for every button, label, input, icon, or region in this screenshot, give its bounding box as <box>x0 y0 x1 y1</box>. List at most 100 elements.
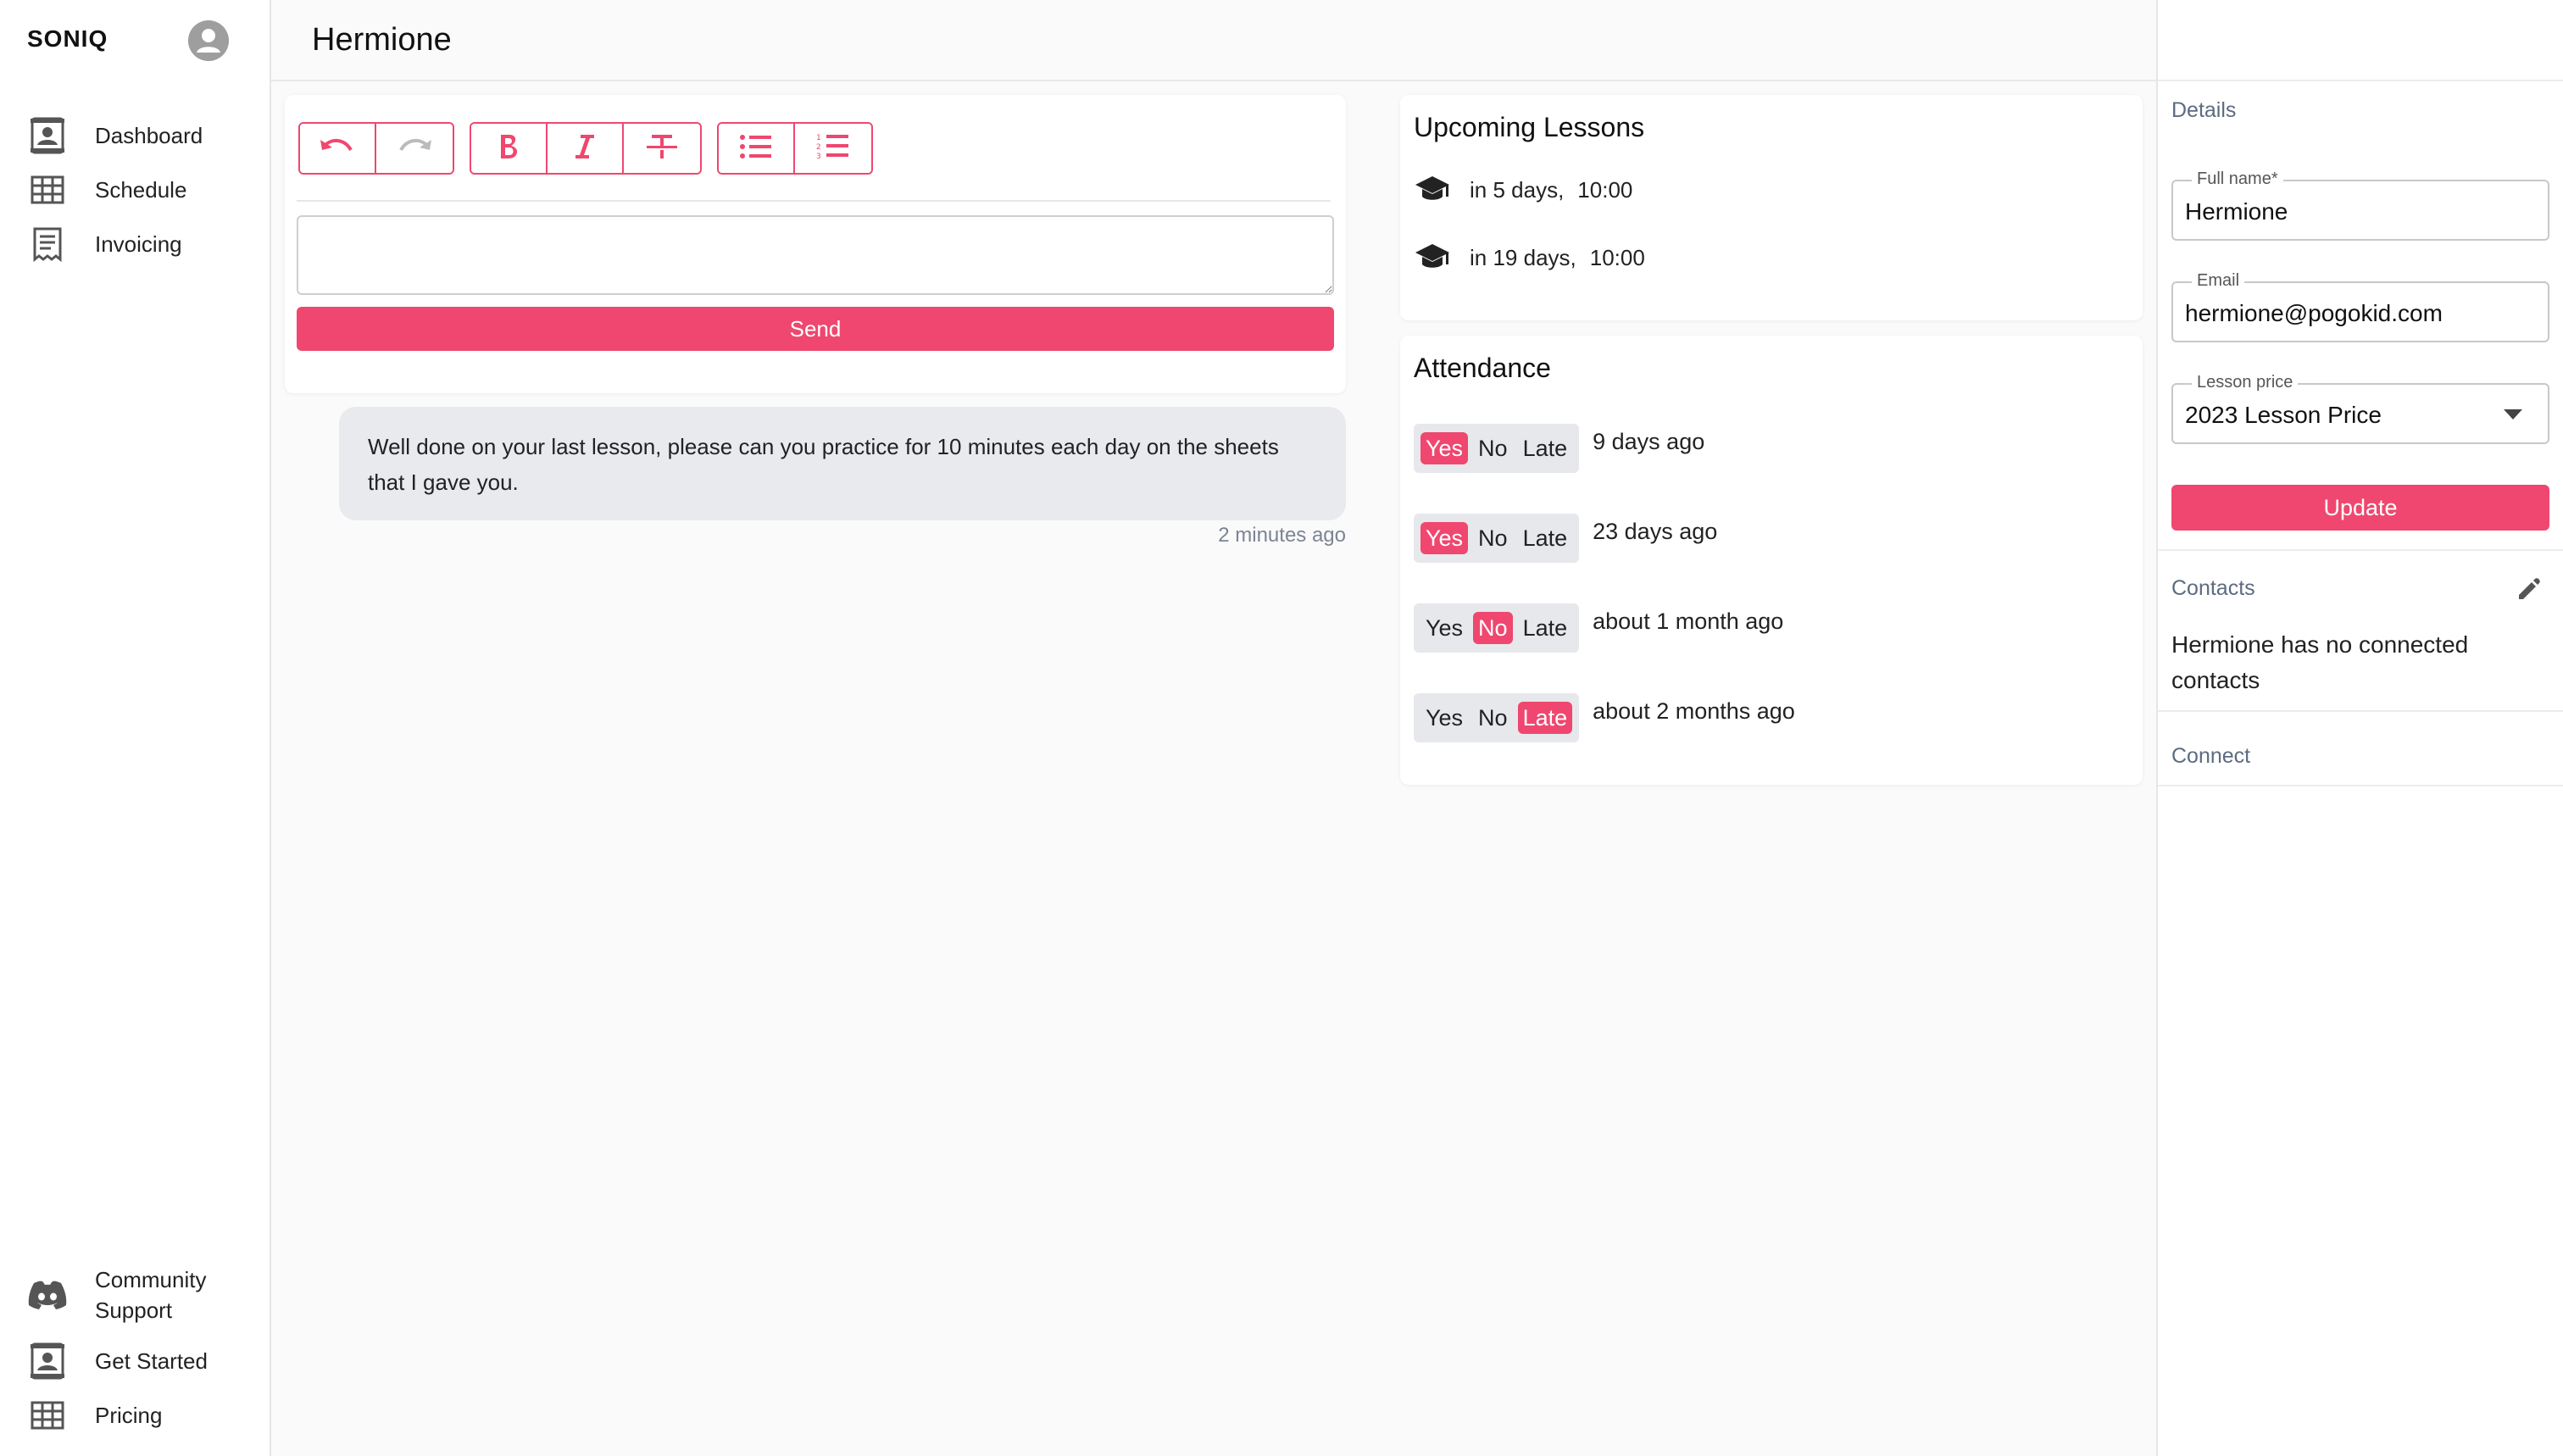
attendance-row: Yes No Late 9 days ago <box>1414 424 1704 473</box>
sidebar-item-label: Community Support <box>95 1266 207 1323</box>
graduation-cap-icon <box>1414 173 1454 207</box>
sidebar-item-label: Dashboard <box>95 122 203 148</box>
section-divider <box>2158 785 2563 786</box>
sidebar: SONIQ Dashboard Schedule Invoicing Commu… <box>0 0 271 1456</box>
redo-button[interactable] <box>376 124 453 173</box>
full-name-value: Hermione <box>2185 198 2288 225</box>
email-label: Email <box>2192 271 2245 291</box>
lesson-price-value: 2023 Lesson Price <box>2185 402 2382 428</box>
user-avatar-icon[interactable] <box>188 20 229 61</box>
lesson-relative-date: in 5 days, <box>1470 176 1565 203</box>
lesson-time: 10:00 <box>1577 176 1633 203</box>
section-divider <box>2158 710 2563 712</box>
attendance-no[interactable]: No <box>1473 522 1513 554</box>
attendance-date: 9 days ago <box>1593 429 1705 454</box>
contact-card-icon <box>27 1341 68 1381</box>
attendance-yes[interactable]: Yes <box>1420 702 1468 734</box>
redo-icon <box>396 136 433 161</box>
email-field[interactable]: Email hermione@pogokid.com <box>2171 271 2549 342</box>
attendance-toggle: Yes No Late <box>1414 603 1580 653</box>
sidebar-item-get-started[interactable]: Get Started <box>27 1337 256 1385</box>
italic-icon <box>574 133 596 164</box>
sidebar-item-label: Get Started <box>95 1348 208 1374</box>
bold-button[interactable] <box>471 124 548 173</box>
full-name-field[interactable]: Full name* Hermione <box>2171 169 2549 241</box>
sidebar-item-label: Invoicing <box>95 231 182 257</box>
send-button[interactable]: Send <box>297 307 1334 351</box>
undo-icon <box>319 136 356 161</box>
attendance-yes[interactable]: Yes <box>1420 431 1469 465</box>
invoice-icon <box>27 224 68 264</box>
toolbar-divider <box>297 200 1331 202</box>
lesson-time: 10:00 <box>1589 244 1645 270</box>
lesson-price-label: Lesson price <box>2192 373 2299 392</box>
brand-logo: SONIQ <box>27 25 108 52</box>
svg-text:2: 2 <box>816 143 821 152</box>
numbered-list-button[interactable]: 123 <box>795 124 871 173</box>
details-section-title: Details <box>2171 98 2237 122</box>
attendance-row: Yes No Late 23 days ago <box>1414 514 1717 563</box>
svg-text:3: 3 <box>816 153 821 161</box>
sidebar-item-schedule[interactable]: Schedule <box>27 166 256 214</box>
attendance-no[interactable]: No <box>1473 432 1513 464</box>
sidebar-item-label: Pricing <box>95 1402 163 1428</box>
attendance-date: about 1 month ago <box>1593 609 1784 634</box>
attendance-title: Attendance <box>1414 353 1551 383</box>
list-button-group: 123 <box>717 122 873 175</box>
attendance-toggle: Yes No Late <box>1414 514 1580 563</box>
full-name-label: Full name* <box>2192 169 2283 189</box>
attendance-late[interactable]: Late <box>1518 522 1573 554</box>
attendance-toggle: Yes No Late <box>1414 693 1580 742</box>
grid-icon <box>27 1395 68 1436</box>
sidebar-item-pricing[interactable]: Pricing <box>27 1392 256 1439</box>
page-title: Hermione <box>312 22 452 58</box>
history-button-group <box>298 122 454 175</box>
bold-icon <box>498 133 520 164</box>
contacts-empty-text: Hermione has no connected contacts <box>2171 631 2469 693</box>
pencil-icon[interactable] <box>2516 576 2546 607</box>
contacts-section-title: Contacts <box>2171 576 2255 600</box>
attendance-no[interactable]: No <box>1473 611 1513 645</box>
undo-button[interactable] <box>300 124 376 173</box>
discord-icon <box>27 1275 68 1315</box>
dashboard-icon <box>27 115 68 156</box>
page-header: Hermione <box>271 0 2156 81</box>
email-value: hermione@pogokid.com <box>2185 300 2443 326</box>
italic-button[interactable] <box>548 124 624 173</box>
attendance-late[interactable]: Late <box>1518 612 1573 644</box>
bullet-list-icon <box>739 133 773 164</box>
message-editor: 123 Send <box>285 95 1346 393</box>
grid-icon <box>27 169 68 210</box>
attendance-no[interactable]: No <box>1473 702 1513 734</box>
attendance-date: 23 days ago <box>1593 519 1718 544</box>
lesson-item[interactable]: in 5 days, 10:00 <box>1414 173 1632 207</box>
details-panel: Details Full name* Hermione Email hermio… <box>2156 0 2563 1456</box>
attendance-yes[interactable]: Yes <box>1420 521 1469 555</box>
details-panel-topbar <box>2158 0 2563 81</box>
sidebar-item-label: Schedule <box>95 176 187 203</box>
lesson-price-select[interactable]: Lesson price 2023 Lesson Price <box>2171 373 2549 444</box>
sidebar-item-community-support[interactable]: Community Support <box>27 1259 256 1331</box>
bullet-list-button[interactable] <box>719 124 795 173</box>
attendance-toggle: Yes No Late <box>1414 424 1580 473</box>
sidebar-item-dashboard[interactable]: Dashboard <box>27 112 256 159</box>
attendance-card: Attendance Yes No Late 9 days ago Yes No… <box>1400 336 2143 785</box>
connect-link[interactable]: Connect <box>2171 744 2250 769</box>
format-button-group <box>470 122 702 175</box>
attendance-yes[interactable]: Yes <box>1420 612 1468 644</box>
message-timestamp: 2 minutes ago <box>1218 524 1346 547</box>
message-input[interactable] <box>297 215 1334 295</box>
upcoming-lessons-title: Upcoming Lessons <box>1414 112 1645 142</box>
strikethrough-icon <box>647 133 677 164</box>
attendance-late[interactable]: Late <box>1518 432 1573 464</box>
message-bubble: Well done on your last lesson, please ca… <box>339 407 1346 520</box>
attendance-row: Yes No Late about 1 month ago <box>1414 603 1783 653</box>
update-button[interactable]: Update <box>2171 485 2549 531</box>
sidebar-item-invoicing[interactable]: Invoicing <box>27 220 256 268</box>
editor-toolbar: 123 <box>298 122 873 175</box>
attendance-row: Yes No Late about 2 months ago <box>1414 693 1795 742</box>
strikethrough-button[interactable] <box>624 124 700 173</box>
numbered-list-icon: 123 <box>816 132 850 165</box>
lesson-item[interactable]: in 19 days, 10:00 <box>1414 241 1645 275</box>
attendance-late[interactable]: Late <box>1517 701 1573 735</box>
